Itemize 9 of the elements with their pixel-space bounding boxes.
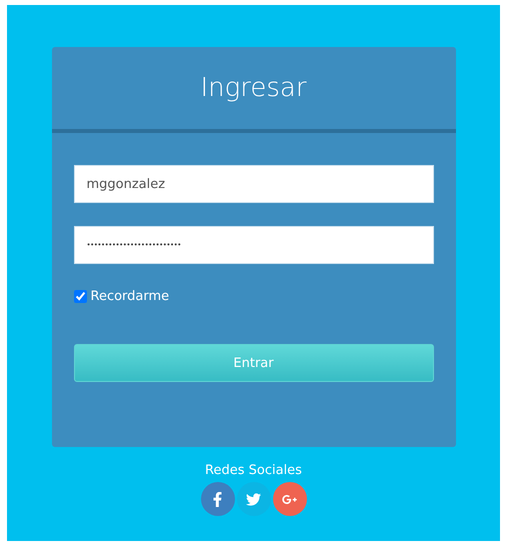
social-title: Redes Sociales xyxy=(205,463,302,478)
remember-label: Recordarme xyxy=(90,289,170,304)
bird-icon xyxy=(246,492,261,506)
social-link[interactable] xyxy=(236,482,270,516)
username-field[interactable]: mggonzalez xyxy=(74,165,434,203)
social-link[interactable] xyxy=(200,482,234,516)
login-title: Ingresar xyxy=(200,73,307,103)
social-link[interactable] xyxy=(272,482,306,516)
remember-checkbox[interactable] xyxy=(74,290,86,303)
